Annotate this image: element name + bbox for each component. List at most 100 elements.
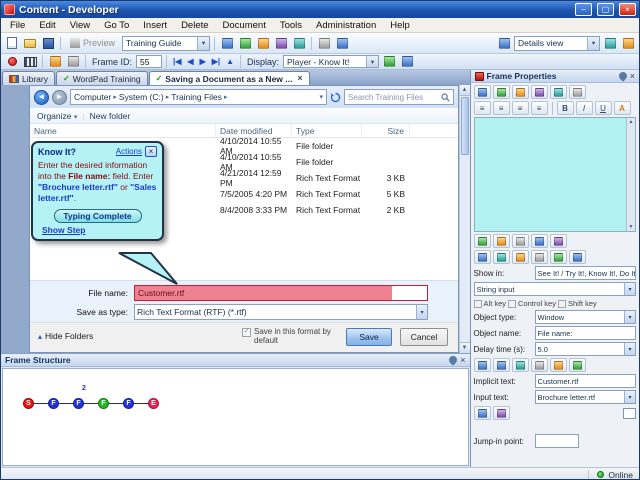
toolbar-icon[interactable] (568, 250, 586, 264)
chevron-down-icon[interactable]: ▾ (624, 391, 635, 403)
toolbar-icon[interactable] (602, 36, 618, 51)
new-folder-button[interactable]: New folder (90, 111, 131, 121)
panel-close-icon[interactable]: × (460, 355, 465, 365)
toolbar-icon[interactable] (473, 406, 491, 420)
toolbar-icon[interactable] (549, 250, 567, 264)
toolbar-icon[interactable] (47, 54, 63, 69)
control-key-checkbox[interactable] (508, 299, 517, 308)
open-icon[interactable] (22, 36, 38, 51)
align-justify-icon[interactable]: ≡ (530, 101, 548, 115)
toolbar-icon[interactable] (549, 85, 567, 99)
align-left-icon[interactable]: ≡ (473, 101, 491, 115)
typing-complete-button[interactable]: Typing Complete (53, 209, 142, 224)
toolbar-icon[interactable] (473, 250, 491, 264)
record-icon[interactable] (4, 54, 20, 69)
scroll-down-icon[interactable]: ▼ (459, 342, 470, 353)
chevron-down-icon[interactable]: ▾ (416, 305, 427, 319)
save-button[interactable]: Save (346, 328, 392, 346)
chevron-down-icon[interactable]: ▾ (587, 36, 599, 50)
toolbar-icon[interactable] (237, 36, 253, 51)
input-type-combobox[interactable]: String input ▾ (473, 282, 636, 296)
grid-icon[interactable] (623, 407, 636, 419)
menu-file[interactable]: File (3, 19, 32, 32)
back-icon[interactable]: ◄ (34, 89, 49, 105)
toolbar-icon[interactable] (492, 234, 510, 248)
menu-tools[interactable]: Tools (273, 19, 309, 32)
align-center-icon[interactable]: ≡ (492, 101, 510, 115)
chevron-down-icon[interactable]: ▾ (624, 311, 635, 323)
search-input[interactable]: Search Training Files (344, 89, 454, 105)
jump-in-point-input[interactable] (534, 434, 579, 448)
toolbar-icon[interactable] (473, 234, 491, 248)
toolbar-icon[interactable] (492, 406, 510, 420)
toolbar-icon[interactable] (530, 234, 548, 248)
tab-close-icon[interactable]: × (297, 74, 302, 83)
toolbar-icon[interactable] (530, 85, 548, 99)
toolbar-icon[interactable] (316, 36, 332, 51)
frame-id-value[interactable]: 55 (136, 55, 163, 68)
scrollbar-thumb[interactable] (460, 97, 469, 155)
menu-view[interactable]: View (63, 19, 97, 32)
alt-key-checkbox[interactable] (473, 299, 482, 308)
breadcrumb-system-c[interactable]: System (C:) (119, 92, 164, 102)
input-text-combobox[interactable]: Brochure letter.rtf ▾ (534, 390, 636, 404)
toolbar-icon[interactable] (511, 85, 529, 99)
frame-node[interactable]: F (73, 398, 84, 409)
show-in-combobox[interactable]: See It! / Try It!, Know It!, Do It! ▾ (534, 266, 636, 280)
toolbar-icon[interactable] (530, 358, 548, 372)
previous-frame-button[interactable]: ◀ (185, 57, 195, 66)
forward-icon[interactable]: ► (52, 89, 67, 105)
chevron-down-icon[interactable]: ▾ (624, 283, 635, 295)
cancel-button[interactable]: Cancel (400, 328, 448, 346)
film-icon[interactable] (22, 54, 38, 69)
implicit-text-input[interactable]: Customer.rtf (534, 374, 636, 388)
actions-link[interactable]: Actions (116, 147, 142, 156)
bold-icon[interactable]: B (556, 101, 574, 115)
menu-help[interactable]: Help (383, 19, 417, 32)
toolbar-icon[interactable] (511, 250, 529, 264)
toolbar-icon[interactable] (473, 85, 491, 99)
toolbar-icon[interactable] (568, 358, 586, 372)
breadcrumb-computer[interactable]: Computer (74, 92, 111, 102)
toolbar-icon[interactable] (568, 85, 586, 99)
column-size[interactable]: Size (362, 124, 410, 137)
close-button[interactable]: × (619, 3, 636, 16)
toolbar-icon[interactable] (549, 234, 567, 248)
default-format-checkbox[interactable]: ✓ Save in this format by default (242, 327, 342, 345)
toolbar-icon[interactable] (492, 358, 510, 372)
toolbar-icon[interactable] (492, 250, 510, 264)
menu-edit[interactable]: Edit (32, 19, 62, 32)
panel-close-icon[interactable]: × (630, 71, 635, 81)
frame-node-start[interactable]: S (23, 398, 34, 409)
delay-time-combobox[interactable]: 5.0 ▾ (534, 342, 636, 356)
minimize-button[interactable]: – (575, 3, 592, 16)
frame-node[interactable]: F (48, 398, 59, 409)
toolbar-icon[interactable] (291, 36, 307, 51)
guide-combobox[interactable]: Training Guide ▾ (122, 35, 211, 51)
object-name-input[interactable]: File name: (534, 326, 636, 340)
bubble-text-editor[interactable]: ▲ ▼ (473, 117, 636, 232)
menu-document[interactable]: Document (216, 19, 273, 32)
first-frame-button[interactable]: |◀ (171, 57, 183, 66)
display-combobox[interactable]: Player - Know It! ▾ (283, 55, 380, 68)
hide-folders-button[interactable]: ▴ Hide Folders (38, 331, 93, 341)
tab-saving-document[interactable]: ✓ Saving a Document as a New ... × (148, 71, 310, 85)
refresh-icon[interactable] (330, 92, 341, 103)
up-level-button[interactable]: ▲ (224, 57, 236, 66)
tab-wordpad-training[interactable]: ✓ WordPad Training (55, 71, 148, 85)
highlighter-icon[interactable]: A (613, 101, 631, 115)
scroll-up-icon[interactable]: ▲ (629, 119, 634, 125)
organize-button[interactable]: Organize ▾ (37, 111, 77, 121)
frame-node-end[interactable]: E (148, 398, 159, 409)
align-right-icon[interactable]: ≡ (511, 101, 529, 115)
preview-button[interactable]: Preview (65, 37, 120, 49)
toolbar-icon[interactable] (530, 250, 548, 264)
toolbar-icon[interactable] (473, 358, 491, 372)
file-name-input[interactable]: Customer.rtf (134, 285, 428, 301)
toolbar-icon[interactable] (255, 36, 271, 51)
object-type-combobox[interactable]: Window ▾ (534, 310, 636, 324)
maximize-button[interactable]: ▢ (597, 3, 614, 16)
underline-icon[interactable]: U (594, 101, 612, 115)
toolbar-icon[interactable] (65, 54, 81, 69)
toolbar-icon[interactable] (511, 234, 529, 248)
